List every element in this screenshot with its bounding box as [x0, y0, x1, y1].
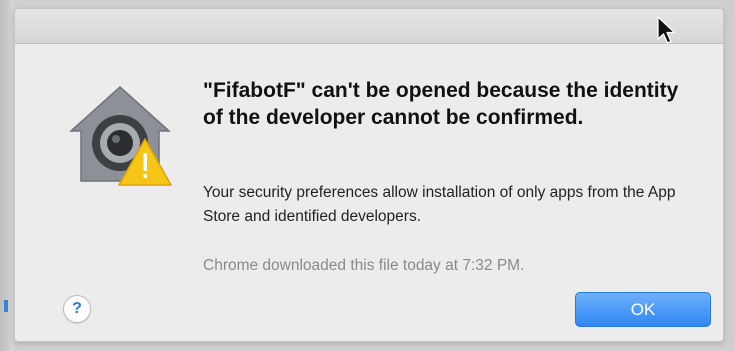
ok-button[interactable]: OK [575, 292, 711, 327]
alert-message: Your security preferences allow installa… [203, 184, 676, 225]
lock-dial-center [107, 130, 133, 156]
background-selection-mark [4, 300, 8, 312]
alert-title: "FifabotF" can't be opened because the i… [203, 79, 679, 129]
gatekeeper-security-icon [69, 85, 172, 186]
background-window-edge [0, 0, 14, 351]
gatekeeper-alert-dialog: "FifabotF" can't be opened because the i… [14, 8, 724, 342]
dialog-titlebar[interactable] [15, 9, 723, 44]
lock-dial-highlight [112, 135, 120, 143]
download-note: Chrome downloaded this file today at 7:3… [203, 257, 525, 274]
help-button[interactable]: ? [63, 295, 91, 323]
screen: "FifabotF" can't be opened because the i… [0, 0, 735, 351]
mouse-cursor-icon [657, 16, 676, 44]
